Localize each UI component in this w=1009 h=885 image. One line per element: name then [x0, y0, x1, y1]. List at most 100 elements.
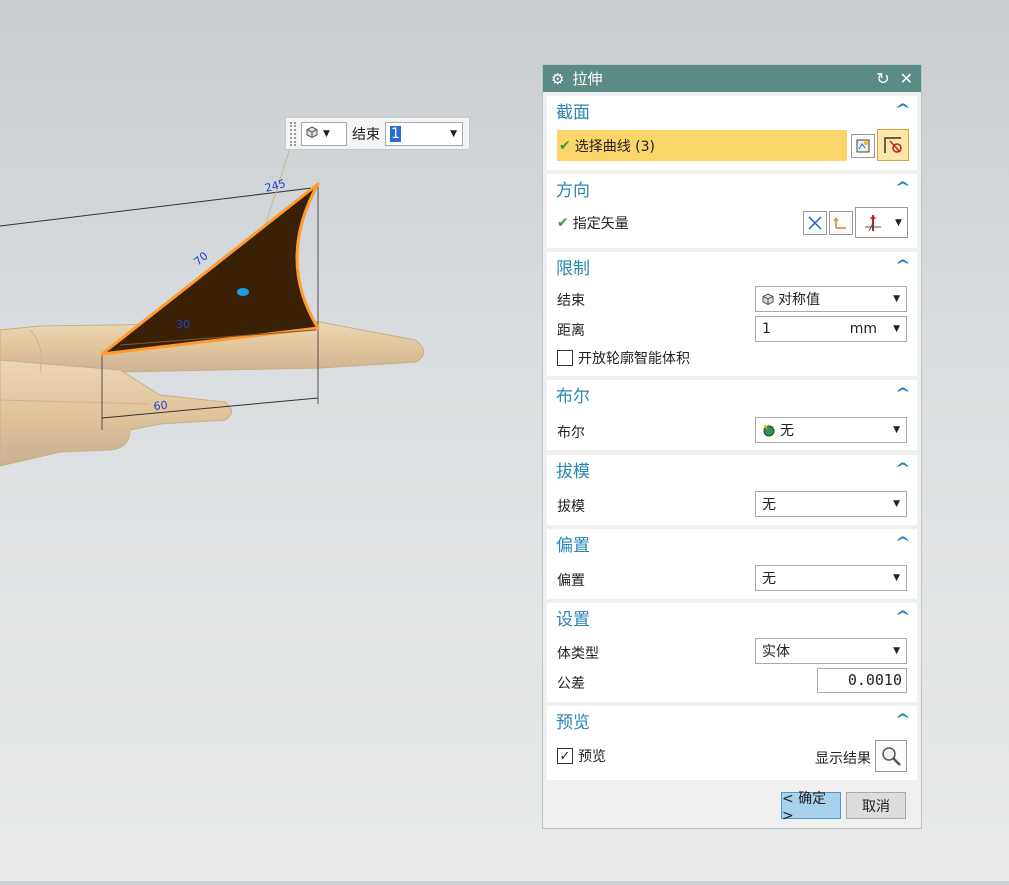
chevron-up-icon[interactable]: ^ [895, 609, 911, 625]
distance-unit[interactable]: mm [850, 321, 877, 337]
boolean-select[interactable]: 无 ▼ [755, 417, 907, 443]
tolerance-value: 0.0010 [847, 671, 902, 689]
show-result-label: 显示结果 [815, 751, 871, 767]
dimension-line [0, 187, 313, 227]
limits-title: 限制 [556, 258, 590, 279]
dropdown-arrow-icon: ▼ [323, 128, 330, 139]
sketch-icon [856, 139, 870, 153]
close-icon[interactable]: ✕ [900, 69, 913, 88]
dim-30: 30 [176, 318, 190, 331]
boolean-title: 布尔 [556, 386, 590, 407]
direction-handle [237, 288, 249, 296]
section-section: 截面 ^ ✔ 选择曲线 (3) [547, 96, 917, 170]
vector-axis-icon [865, 214, 882, 231]
draft-header[interactable]: 拔模 ^ [547, 455, 917, 483]
cube-icon [306, 125, 318, 142]
check-icon: ✔ [559, 137, 571, 154]
reverse-direction-button[interactable] [803, 211, 827, 235]
vector-type-dropdown[interactable]: ▼ [855, 207, 908, 238]
end-type-select[interactable]: 对称值 ▼ [755, 286, 907, 312]
offset-value: 无 [762, 571, 776, 587]
preview-checkbox[interactable]: ✓ [557, 748, 573, 764]
floating-limit-toolbar: ▼ 结束 1 ▼ [285, 117, 470, 150]
fuselage-surface [0, 359, 232, 467]
dialog-title: 拉伸 [572, 70, 603, 88]
offset-header[interactable]: 偏置 ^ [547, 529, 917, 557]
direction-header[interactable]: 方向 ^ [547, 174, 917, 202]
body-type-select[interactable]: 实体 ▼ [755, 638, 907, 664]
dropdown-arrow-icon: ▼ [450, 128, 457, 139]
chevron-up-icon[interactable]: ^ [895, 461, 911, 477]
check-icon: ✔ [557, 215, 569, 231]
magnifier-icon [882, 747, 901, 766]
settings-title: 设置 [556, 609, 590, 630]
end-distance-input[interactable]: 1 ▼ [385, 121, 463, 146]
settings-section: 设置 ^ 体类型 实体 ▼ 公差 0.0010 [547, 603, 917, 702]
body-type-value: 实体 [762, 644, 790, 660]
reverse-arrows-icon [808, 216, 822, 230]
direction-title: 方向 [556, 180, 590, 201]
cancel-label: 取消 [862, 798, 890, 815]
chevron-up-icon[interactable]: ^ [895, 180, 911, 196]
boolean-header[interactable]: 布尔 ^ [547, 380, 917, 408]
limits-header[interactable]: 限制 ^ [547, 252, 917, 280]
dim-245: 245 [263, 177, 287, 195]
draft-select[interactable]: 无 ▼ [755, 491, 907, 517]
distance-value: 1 [762, 321, 771, 337]
end-type-value: 对称值 [778, 292, 820, 308]
boolean-value: 无 [780, 423, 794, 439]
settings-header[interactable]: 设置 ^ [547, 603, 917, 631]
direction-section: 方向 ^ ✔ 指定矢量 ▼ [547, 174, 917, 248]
boolean-section: 布尔 ^ 布尔 无 ▼ [547, 380, 917, 450]
open-profile-label: 开放轮廓智能体积 [578, 351, 690, 367]
specify-vector-label: 指定矢量 [572, 216, 629, 232]
boolean-none-icon [763, 424, 775, 437]
section-header[interactable]: 截面 ^ [547, 96, 917, 124]
dropdown-arrow-icon: ▼ [893, 294, 900, 304]
section-title: 截面 [556, 102, 590, 123]
draft-section: 拔模 ^ 拔模 无 ▼ [547, 455, 917, 525]
dropdown-arrow-icon: ▼ [893, 324, 900, 334]
curve-icon [884, 137, 902, 153]
preview-label: 预览 [578, 749, 606, 765]
chevron-up-icon[interactable]: ^ [895, 535, 911, 551]
offset-select[interactable]: 无 ▼ [755, 565, 907, 591]
mini-end-label: 结束 [352, 126, 380, 143]
dropdown-arrow-icon: ▼ [893, 573, 900, 583]
preview-header[interactable]: 预览 ^ [547, 706, 917, 734]
toolbar-grip[interactable] [290, 121, 296, 146]
offset-title: 偏置 [556, 535, 590, 556]
dropdown-arrow-icon: ▼ [893, 646, 900, 656]
dropdown-arrow-icon: ▼ [893, 499, 900, 509]
cancel-button[interactable]: 取消 [846, 792, 906, 819]
chevron-up-icon[interactable]: ^ [895, 386, 911, 402]
dialog-titlebar[interactable]: ⚙ 拉伸 ↻ ✕ [543, 65, 921, 92]
open-profile-checkbox[interactable] [557, 350, 573, 366]
cube-icon [762, 293, 774, 305]
chevron-up-icon[interactable]: ^ [895, 712, 911, 728]
preview-section: 预览 ^ ✓ 预览 显示结果 [547, 706, 917, 780]
chevron-up-icon[interactable]: ^ [895, 102, 911, 118]
draft-title: 拔模 [556, 461, 590, 482]
dropdown-arrow-icon: ▼ [893, 425, 900, 435]
preview-title: 预览 [556, 712, 590, 733]
end-value-text: 1 [390, 125, 401, 142]
end-type-dropdown[interactable]: ▼ [301, 121, 347, 146]
distance-input[interactable]: 1 mm ▼ [755, 316, 907, 342]
extrude-dialog: ⚙ 拉伸 ↻ ✕ 截面 ^ ✔ 选择曲线 (3) 方向 ^ ✔ 指定矢量 ▼ 限… [542, 64, 922, 829]
ok-button[interactable]: < 确定 > [781, 791, 841, 824]
select-curve-row[interactable]: ✔ 选择曲线 (3) [557, 130, 847, 161]
tolerance-input[interactable]: 0.0010 [817, 668, 907, 693]
open-profile-row: 开放轮廓智能体积 [557, 348, 907, 368]
sketch-section-button[interactable] [851, 134, 875, 158]
gear-icon: ⚙ [551, 69, 565, 88]
dropdown-arrow-icon: ▼ [895, 217, 902, 228]
ok-label: < 确定 > [782, 790, 827, 824]
curve-select-button[interactable] [877, 129, 909, 161]
dim-70: 70 [192, 249, 211, 268]
vector-dialog-button[interactable] [829, 211, 853, 235]
reset-icon[interactable]: ↻ [876, 69, 889, 88]
show-result-button[interactable] [875, 740, 907, 772]
vector-icon [833, 217, 846, 229]
chevron-up-icon[interactable]: ^ [895, 258, 911, 274]
